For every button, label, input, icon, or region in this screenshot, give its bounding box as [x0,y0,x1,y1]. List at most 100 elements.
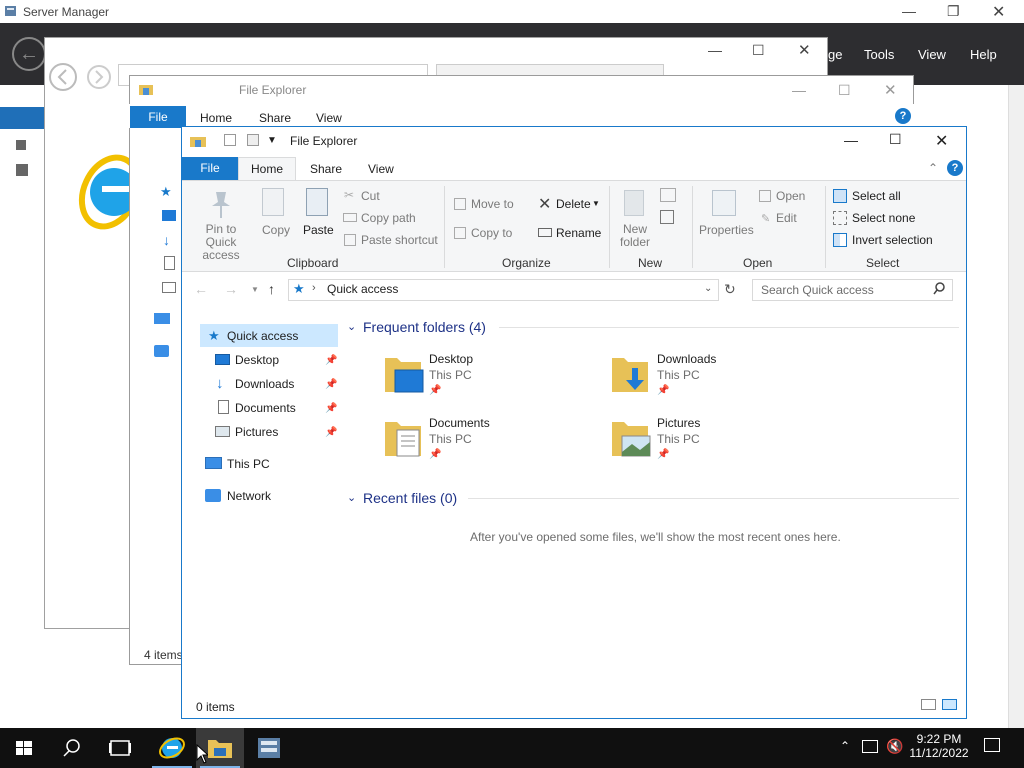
sm-menu-tools[interactable]: Tools [864,47,894,62]
sm-menu-manage[interactable]: ge [828,47,842,62]
close-button[interactable]: ✕ [935,131,948,151]
back-nav-network-icon[interactable] [154,345,169,357]
address-dropdown-icon[interactable]: ⌄ [704,283,712,294]
cut-button[interactable]: Cut [361,189,380,203]
minimize-button[interactable]: — [844,132,858,148]
recent-collapse-icon[interactable]: ⌄ [347,491,356,504]
back-arrow-icon[interactable]: ← [194,281,208,297]
delete-dropdown-icon[interactable]: ▼ [592,199,600,208]
select-all-button[interactable]: Select all [852,189,901,203]
back-tab-home[interactable]: Home [200,111,232,125]
nav-item-network[interactable]: Network [227,489,271,503]
notifications-icon[interactable] [984,738,1000,752]
back-nav-desktop-icon[interactable] [162,210,176,221]
folder-pictures-name[interactable]: Pictures [657,416,700,430]
task-view-icon[interactable] [96,728,144,768]
frequent-folders-heading[interactable]: Frequent folders (4) [363,319,486,335]
recent-locations-icon[interactable]: ▼ [251,285,259,294]
recent-files-heading[interactable]: Recent files (0) [363,490,457,506]
back-close-button[interactable]: ✕ [884,81,897,99]
back-maximize-button[interactable]: ☐ [838,82,851,99]
sm-maximize-button[interactable]: ❐ [947,3,960,20]
taskbar-server-manager-icon[interactable] [244,728,292,768]
folder-documents-icon[interactable] [383,416,425,463]
back-tab-file[interactable]: File [130,106,186,128]
rename-button[interactable]: Rename [556,226,601,240]
sm-all-servers-icon[interactable] [16,164,28,176]
back-tab-view[interactable]: View [316,111,342,125]
back-nav-pictures-icon[interactable] [162,282,176,293]
paste-button[interactable]: Paste [303,223,334,237]
back-nav-quickaccess-icon[interactable]: ★ [160,184,172,200]
collapse-ribbon-icon[interactable]: ⌃ [928,161,938,175]
show-hidden-icons-icon[interactable]: ⌃ [840,739,850,753]
large-icons-view-icon[interactable] [942,699,957,710]
back-tab-share[interactable]: Share [259,111,291,125]
folder-downloads-icon[interactable] [610,352,652,399]
sm-menu-help[interactable]: Help [970,47,997,62]
properties-button[interactable]: Properties [699,223,754,237]
ie-minimize-button[interactable]: — [708,42,722,58]
back-help-icon[interactable]: ? [895,108,911,124]
sm-back-button[interactable]: ← [12,37,46,71]
nav-item-desktop[interactable]: Desktop [235,353,279,367]
copy-to-button[interactable]: Copy to [471,226,512,240]
sm-dashboard-item[interactable] [0,107,44,129]
ie-close-button[interactable]: ✕ [798,41,811,59]
tab-file[interactable]: File [182,157,238,180]
breadcrumb-chevron-icon[interactable]: › [312,282,316,294]
volume-muted-icon[interactable]: 🔇 [886,738,903,755]
paste-shortcut-button[interactable]: Paste shortcut [361,233,438,247]
search-icon[interactable] [933,282,946,298]
start-button[interactable] [0,728,48,768]
folder-documents-name[interactable]: Documents [429,416,490,430]
frequent-collapse-icon[interactable]: ⌄ [347,320,356,333]
folder-downloads-name[interactable]: Downloads [657,352,716,366]
folder-pictures-icon[interactable] [610,416,652,463]
sm-menu-view[interactable]: View [918,47,946,62]
open-button[interactable]: Open [776,189,805,203]
maximize-button[interactable]: ☐ [889,131,902,148]
sm-minimize-button[interactable]: — [902,3,916,19]
new-folder-button[interactable]: New folder [618,223,652,249]
details-view-icon[interactable] [921,699,936,710]
search-taskbar-icon[interactable] [48,728,96,768]
back-nav-thispc-icon[interactable] [154,313,170,324]
ie-back-icon[interactable] [48,62,78,95]
network-tray-icon[interactable] [862,740,878,753]
move-to-button[interactable]: Move to [471,197,514,211]
ie-maximize-button[interactable]: ☐ [752,42,765,59]
breadcrumb-quick-access[interactable]: Quick access [327,282,398,296]
qat-newfolder-icon[interactable] [247,134,259,146]
nav-item-pictures[interactable]: Pictures [235,425,278,439]
back-minimize-button[interactable]: — [792,82,806,98]
sm-scrollbar[interactable] [1008,85,1024,728]
qat-customize-icon[interactable]: ▼ [267,135,277,146]
qat-properties-icon[interactable] [224,134,236,146]
tab-share[interactable]: Share [310,162,342,176]
new-item-icon[interactable] [660,188,676,202]
nav-item-downloads[interactable]: Downloads [235,377,294,391]
tab-home[interactable]: Home [238,157,296,181]
forward-arrow-icon[interactable]: → [224,281,238,297]
nav-item-this-pc[interactable]: This PC [227,457,270,471]
tab-view[interactable]: View [368,162,394,176]
select-none-button[interactable]: Select none [852,211,915,225]
folder-desktop-name[interactable]: Desktop [429,352,473,366]
delete-button[interactable]: Delete [556,197,591,211]
edit-button[interactable]: Edit [776,211,797,225]
easy-access-icon[interactable] [660,210,674,224]
ie-forward-icon[interactable] [86,64,112,93]
back-nav-downloads-icon[interactable]: ↓ [163,232,170,248]
copy-path-button[interactable]: Copy path [361,211,416,225]
copy-button[interactable]: Copy [262,223,290,237]
nav-item-documents[interactable]: Documents [235,401,296,415]
help-icon[interactable]: ? [947,160,963,176]
taskbar-ie-icon[interactable] [148,728,196,768]
clock[interactable]: 9:22 PM 11/12/2022 [906,732,972,760]
back-nav-documents-icon[interactable] [164,256,175,270]
sm-close-button[interactable]: ✕ [992,2,1005,22]
pin-quick-access-button[interactable]: Pin to Quick access [189,223,253,262]
folder-desktop-icon[interactable] [383,352,425,399]
up-arrow-icon[interactable]: ↑ [268,281,275,297]
